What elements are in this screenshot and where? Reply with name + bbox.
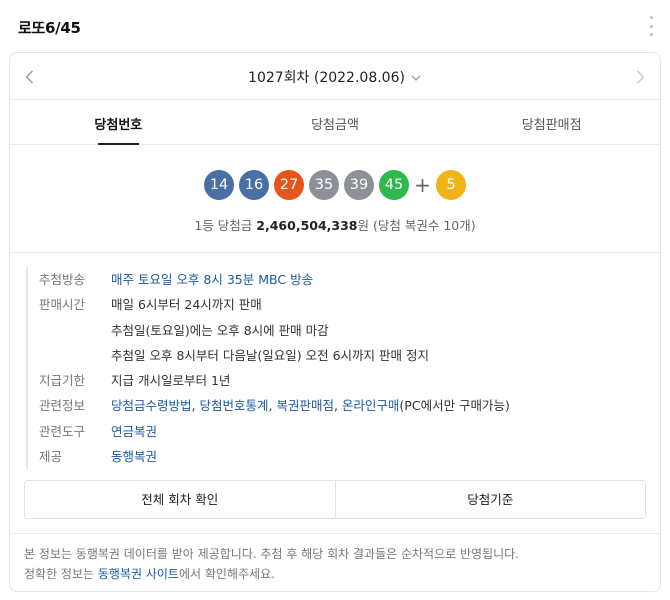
related-links: 당첨금수령방법, 당첨번호통계, 복권판매점, 온라인구매(PC에서만 구매가능… bbox=[111, 393, 510, 418]
number-ball: 35 bbox=[309, 170, 339, 200]
dhlottery-site-link[interactable]: 동행복권 사이트 bbox=[98, 567, 179, 581]
link-stores[interactable]: 복권판매점 bbox=[276, 398, 334, 413]
info-label: 관련도구 bbox=[39, 423, 86, 439]
sales-line: 추첨일 오후 8시부터 다음날(일요일) 오전 6시까지 판매 정지 bbox=[111, 347, 429, 363]
lotto-card: 1027회차 (2022.08.06) 당첨번호 당첨금액 당첨판매점 14 1… bbox=[9, 52, 661, 592]
footer-line: 정확한 정보는 동행복권 사이트에서 확인해주세요. bbox=[24, 564, 646, 584]
info-row-provider: 제공 동행복권 bbox=[39, 444, 510, 469]
bonus-ball: 5 bbox=[436, 170, 466, 200]
link-number-stats[interactable]: 당첨번호통계 bbox=[199, 398, 268, 413]
info-row-payment: 지급기한 지급 개시일로부터 1년 bbox=[39, 368, 510, 393]
broadcast-link[interactable]: 매주 토요일 오후 8시 35분 MBC 방송 bbox=[111, 267, 313, 292]
number-ball: 45 bbox=[379, 170, 409, 200]
info-row-broadcast: 추첨방송 매주 토요일 오후 8시 35분 MBC 방송 bbox=[39, 267, 510, 292]
page-header: 로또6/45 bbox=[0, 0, 670, 52]
info-row-sales: 판매시간 매일 6시부터 24시까지 판매 추첨일(토요일)에는 오후 8시에 … bbox=[39, 292, 510, 368]
round-navigator: 1027회차 (2022.08.06) bbox=[10, 53, 660, 100]
chevron-right-icon[interactable] bbox=[630, 67, 650, 87]
plus-icon: + bbox=[414, 173, 431, 197]
page-title: 로또6/45 bbox=[18, 19, 81, 37]
tab-bar: 당첨번호 당첨금액 당첨판매점 bbox=[10, 100, 660, 145]
provider-link[interactable]: 동행복권 bbox=[111, 444, 157, 469]
footer-line: 본 정보는 동행복권 데이터를 받아 제공합니다. 추첨 후 해당 회차 결과들… bbox=[24, 547, 520, 561]
info-list: 추첨방송 매주 토요일 오후 8시 35분 MBC 방송 판매시간 매일 6시부… bbox=[26, 267, 510, 470]
prize-amount: 2,460,504,338 bbox=[256, 218, 358, 233]
footer-text: 정확한 정보는 bbox=[24, 567, 98, 581]
chevron-down-icon bbox=[411, 75, 421, 81]
round-select[interactable]: 1027회차 (2022.08.06) bbox=[10, 67, 660, 87]
first-prize-summary: 1등 당첨금 2,460,504,338원 (당첨 복권수 10개) bbox=[10, 215, 660, 234]
info-label: 제공 bbox=[39, 449, 63, 465]
action-buttons: 전체 회차 확인 당첨기준 bbox=[24, 480, 646, 519]
info-label: 지급기한 bbox=[39, 373, 86, 389]
number-ball: 39 bbox=[344, 170, 374, 200]
separator: , bbox=[333, 398, 342, 414]
sales-line: 매일 6시부터 24시까지 판매 bbox=[111, 297, 262, 313]
tab-winning-stores[interactable]: 당첨판매점 bbox=[443, 100, 660, 144]
footer-text: 에서 확인해주세요. bbox=[178, 567, 275, 581]
sales-hours: 매일 6시부터 24시까지 판매 추첨일(토요일)에는 오후 8시에 판매 마감… bbox=[111, 292, 429, 368]
pc-only-note: (PC에서만 구매가능) bbox=[399, 398, 510, 414]
number-ball: 16 bbox=[239, 170, 269, 200]
payment-deadline: 지급 개시일로부터 1년 bbox=[111, 373, 231, 389]
info-row-related: 관련정보 당첨금수령방법, 당첨번호통계, 복권판매점, 온라인구매(PC에서만… bbox=[39, 393, 510, 418]
more-vertical-icon[interactable] bbox=[647, 16, 655, 36]
number-ball: 14 bbox=[204, 170, 234, 200]
prize-suffix: 원 (당첨 복권수 10개) bbox=[357, 218, 476, 233]
footer-note: 본 정보는 동행복권 데이터를 받아 제공합니다. 추첨 후 해당 회차 결과들… bbox=[10, 533, 660, 584]
prize-prefix: 1등 당첨금 bbox=[194, 218, 257, 233]
winning-criteria-button[interactable]: 당첨기준 bbox=[334, 481, 646, 518]
link-online-purchase[interactable]: 온라인구매 bbox=[342, 398, 400, 413]
round-label: 1027회차 (2022.08.06) bbox=[248, 70, 405, 86]
number-ball: 27 bbox=[274, 170, 304, 200]
tab-prize-amount[interactable]: 당첨금액 bbox=[227, 100, 444, 144]
info-label: 판매시간 bbox=[39, 297, 86, 313]
pension-lotto-link[interactable]: 연금복권 bbox=[111, 419, 157, 444]
info-label: 관련정보 bbox=[39, 398, 86, 414]
tab-winning-numbers[interactable]: 당첨번호 bbox=[10, 100, 227, 145]
info-row-tools: 관련도구 연금복권 bbox=[39, 419, 510, 444]
all-rounds-button[interactable]: 전체 회차 확인 bbox=[25, 481, 335, 518]
winning-numbers: 14 16 27 35 39 45 + 5 bbox=[10, 170, 660, 200]
info-label: 추첨방송 bbox=[39, 272, 86, 287]
link-claim-method[interactable]: 당첨금수령방법 bbox=[111, 398, 192, 413]
sales-line: 추첨일(토요일)에는 오후 8시에 판매 마감 bbox=[111, 322, 329, 338]
info-section: 추첨방송 매주 토요일 오후 8시 35분 MBC 방송 판매시간 매일 6시부… bbox=[10, 252, 660, 512]
